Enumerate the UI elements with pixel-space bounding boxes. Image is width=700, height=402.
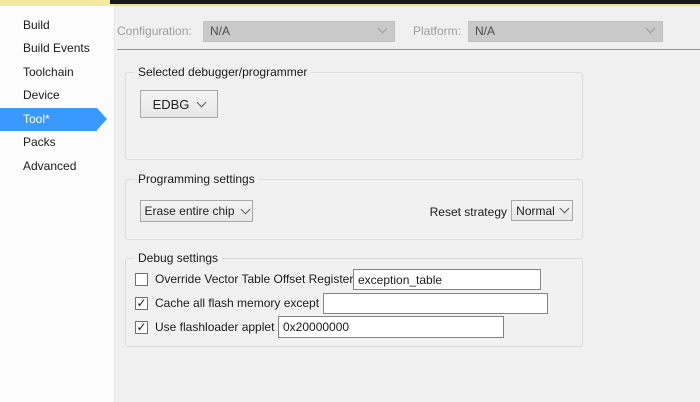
sidebar-item-label: Advanced xyxy=(23,159,76,173)
sidebar-item-label: Build Events xyxy=(23,41,90,55)
configuration-label: Configuration: xyxy=(117,24,192,38)
platform-select: N/A xyxy=(468,21,663,42)
debugger-select-button[interactable]: EDBG xyxy=(140,90,218,118)
flashloader-address-input[interactable] xyxy=(278,316,504,338)
properties-sidebar: Build Build Events Toolchain Device Tool… xyxy=(0,6,115,402)
chevron-down-icon xyxy=(197,97,207,107)
sidebar-item-label: Device xyxy=(23,88,60,102)
debugger-select-value: EDBG xyxy=(153,97,190,112)
erase-mode-select-button[interactable]: Erase entire chip xyxy=(140,200,253,222)
sidebar-item-tool[interactable]: Tool* xyxy=(0,108,97,131)
platform-select-value: N/A xyxy=(475,24,495,38)
sidebar-item-advanced[interactable]: Advanced xyxy=(0,155,114,178)
header-separator xyxy=(117,49,700,50)
cache-flash-label: Cache all flash memory except xyxy=(155,296,319,311)
flashloader-checkbox[interactable]: ✓ xyxy=(135,321,148,334)
platform-label: Platform: xyxy=(413,24,461,38)
debug-group-title: Debug settings xyxy=(134,251,222,265)
override-vtor-label: Override Vector Table Offset Register xyxy=(155,272,353,287)
configuration-select: N/A xyxy=(203,21,395,42)
sidebar-item-device[interactable]: Device xyxy=(0,84,114,107)
project-properties-tool-page: Build Build Events Toolchain Device Tool… xyxy=(0,0,700,402)
sidebar-item-label: Toolchain xyxy=(23,65,74,79)
chevron-down-icon xyxy=(378,24,388,34)
sidebar-item-build-events[interactable]: Build Events xyxy=(0,37,114,60)
configuration-select-value: N/A xyxy=(210,24,230,38)
sidebar-item-toolchain[interactable]: Toolchain xyxy=(0,61,114,84)
chevron-down-icon xyxy=(646,24,656,34)
selected-arrow xyxy=(97,108,107,130)
reset-strategy-value: Normal xyxy=(516,204,555,218)
cache-flash-checkbox[interactable]: ✓ xyxy=(135,297,148,310)
sidebar-item-label: Tool* xyxy=(23,112,50,126)
erase-mode-value: Erase entire chip xyxy=(144,204,234,218)
programming-group-title: Programming settings xyxy=(134,172,259,186)
reset-strategy-select-button[interactable]: Normal xyxy=(511,200,573,221)
debugger-group-title: Selected debugger/programmer xyxy=(134,65,311,79)
sidebar-item-label: Build xyxy=(23,18,50,32)
checkmark-icon: ✓ xyxy=(136,298,147,309)
checkmark-icon: ✓ xyxy=(136,322,147,333)
vtor-value-input[interactable] xyxy=(353,269,541,290)
chevron-down-icon xyxy=(559,204,569,214)
reset-strategy-label: Reset strategy xyxy=(420,205,507,219)
flashloader-label: Use flashloader applet xyxy=(155,320,274,335)
sidebar-item-build[interactable]: Build xyxy=(0,14,114,37)
override-vtor-checkbox[interactable] xyxy=(135,273,148,286)
sidebar-item-packs[interactable]: Packs xyxy=(0,131,114,154)
chevron-down-icon xyxy=(240,204,250,214)
cache-flash-except-input[interactable] xyxy=(323,293,548,314)
sidebar-item-label: Packs xyxy=(23,135,56,149)
